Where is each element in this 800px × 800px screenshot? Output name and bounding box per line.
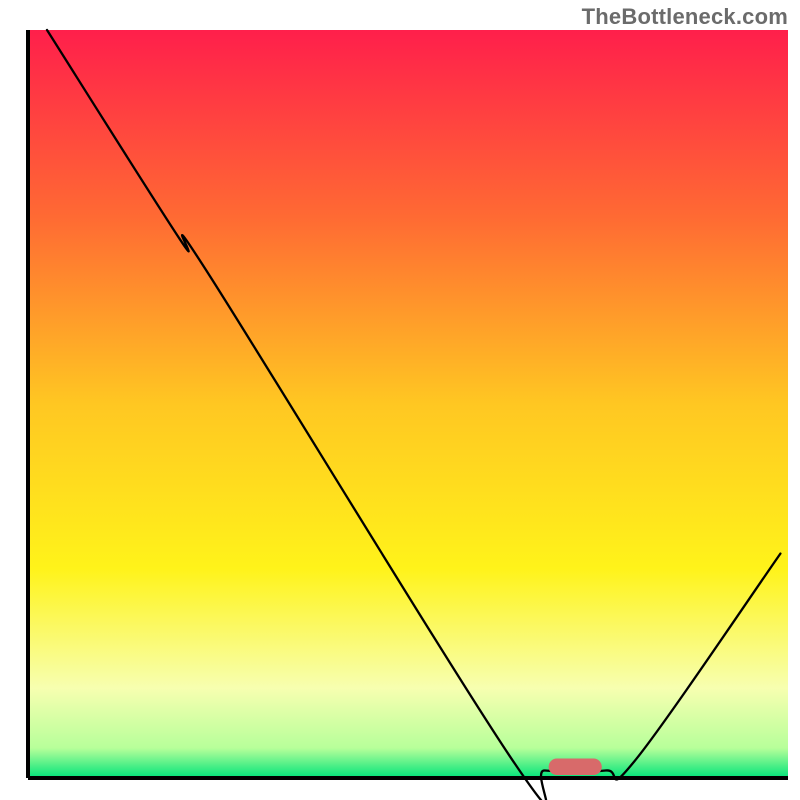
bottleneck-chart: TheBottleneck.com bbox=[0, 0, 800, 800]
watermark-text: TheBottleneck.com bbox=[582, 4, 788, 30]
chart-svg bbox=[0, 0, 800, 800]
plot-background bbox=[28, 30, 788, 778]
optimal-marker bbox=[549, 759, 602, 775]
